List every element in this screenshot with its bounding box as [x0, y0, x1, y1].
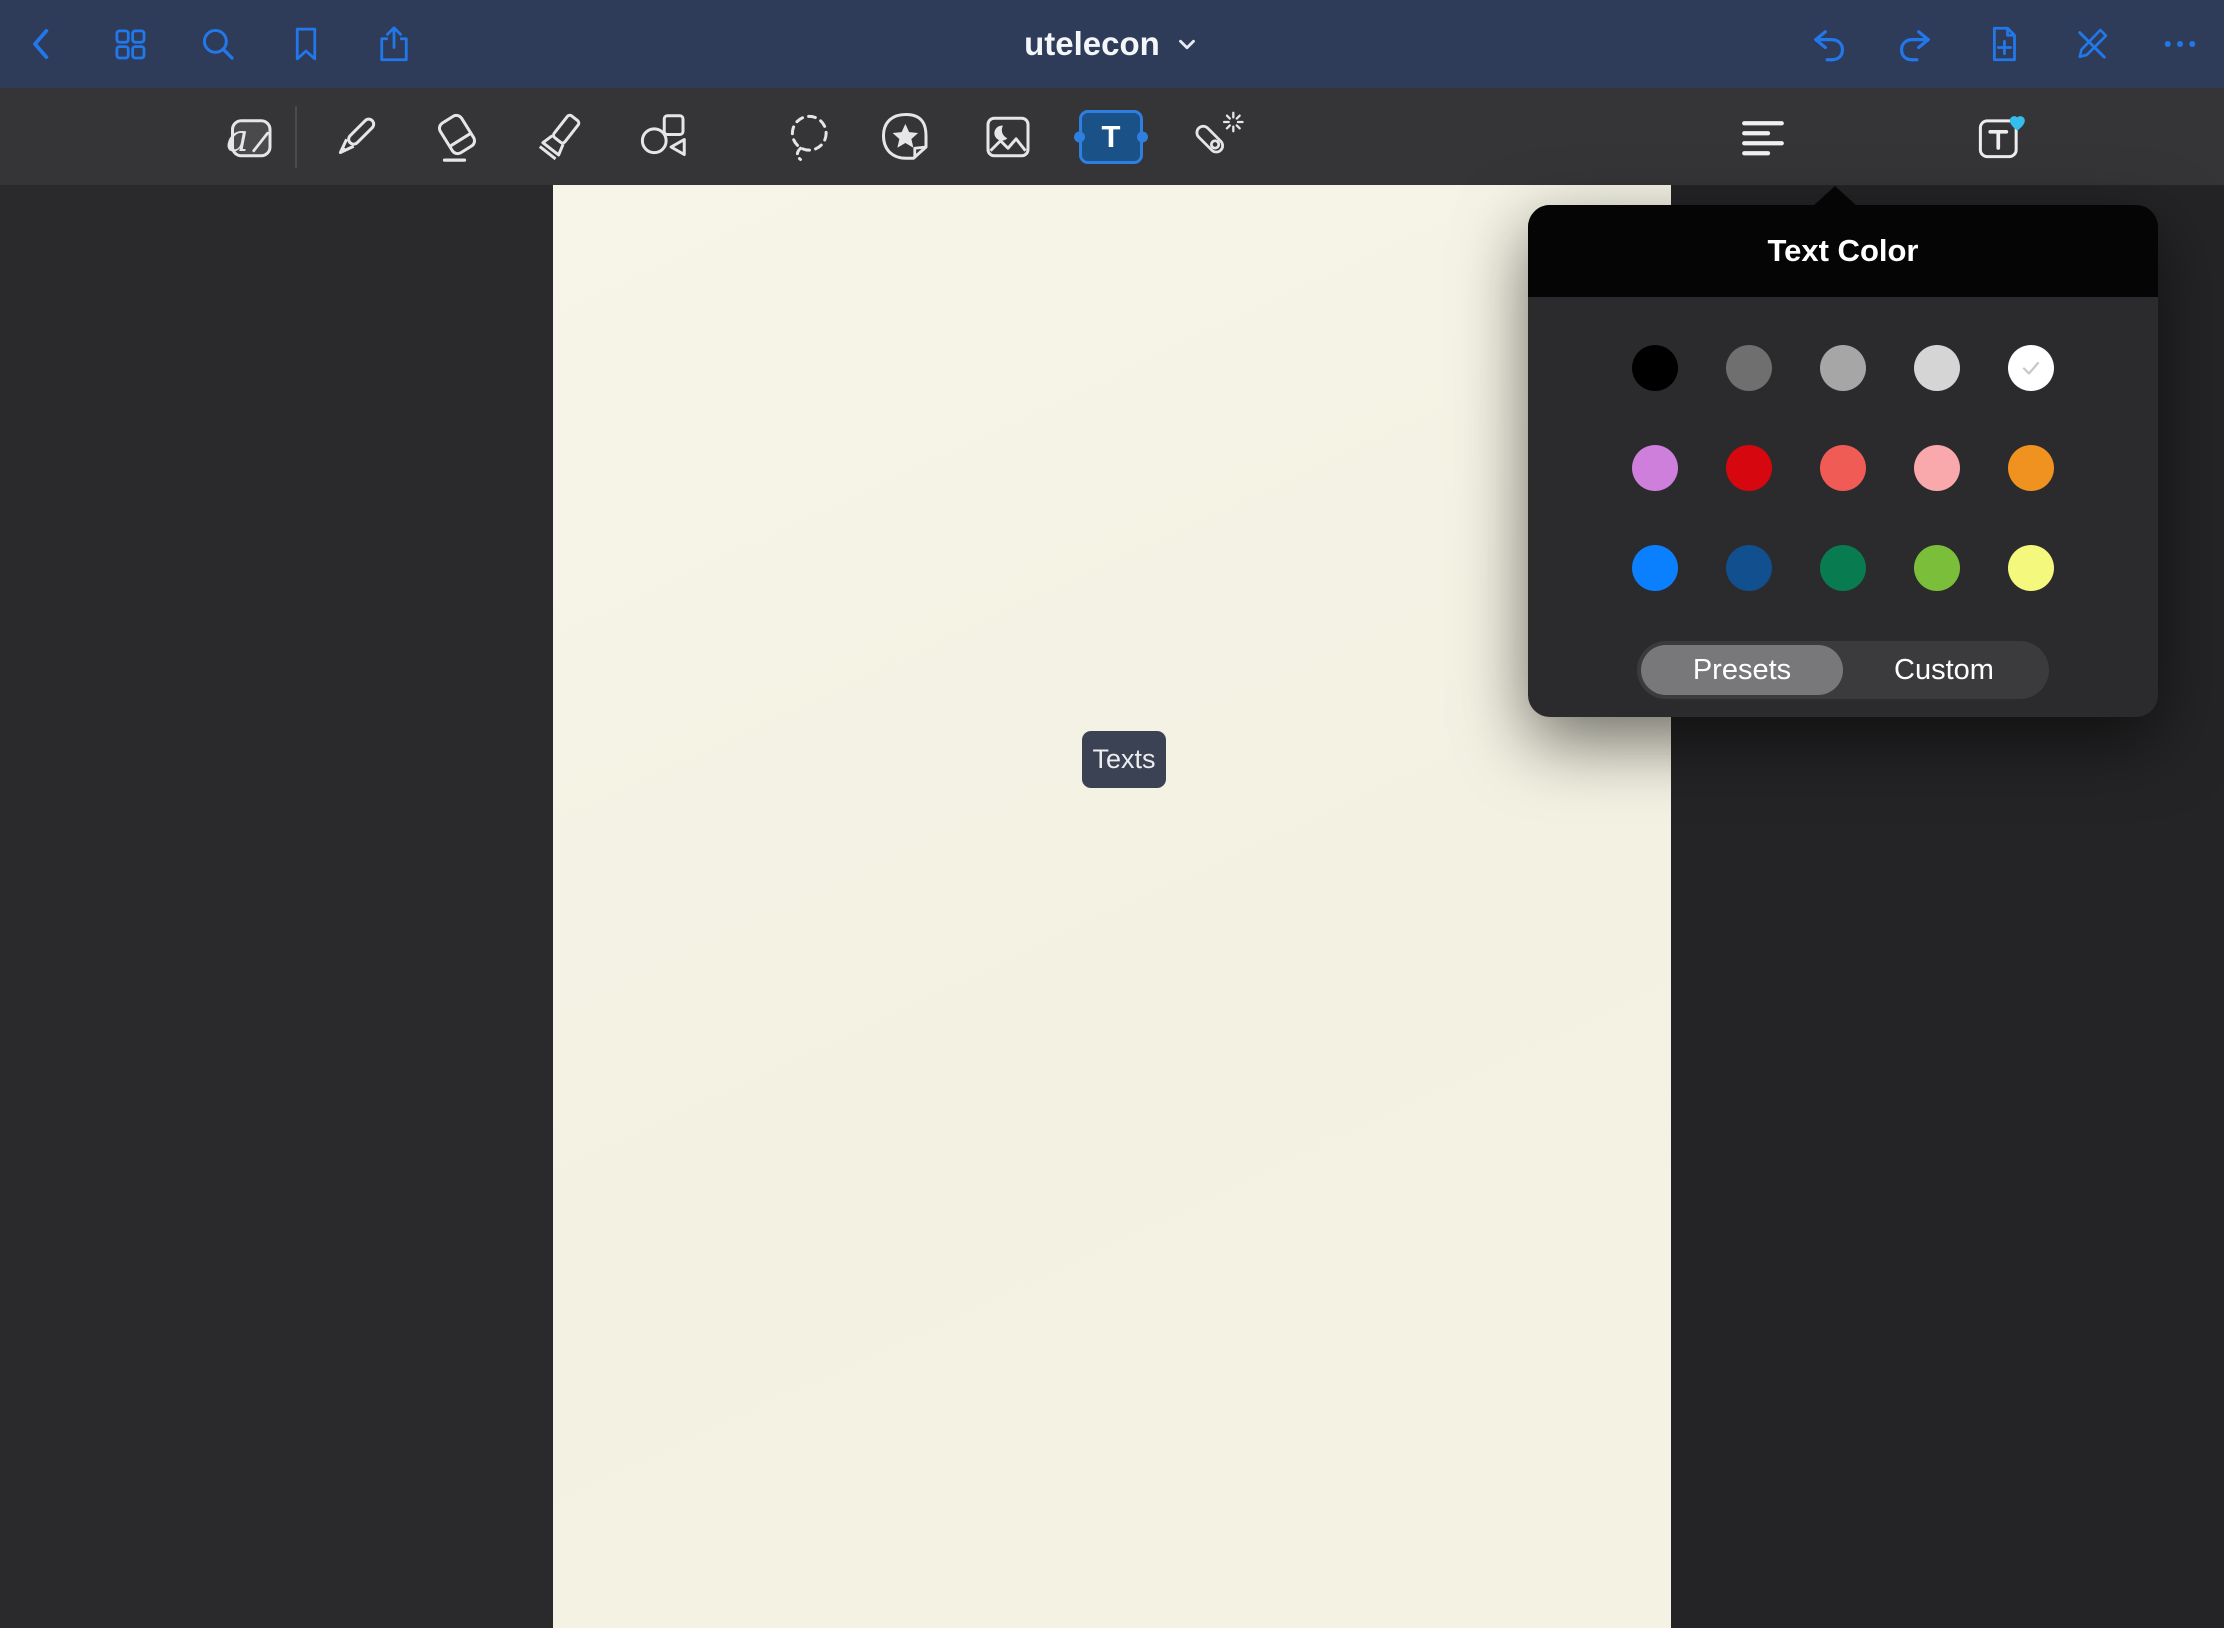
- tab-presets[interactable]: Presets: [1641, 645, 1843, 695]
- share-button[interactable]: [372, 22, 416, 66]
- title-chevron-down-icon: [1174, 31, 1200, 57]
- redo-icon: [1895, 23, 1937, 65]
- navbar-right-group: [1806, 22, 2224, 66]
- pen-slash-icon: [2071, 23, 2113, 65]
- laser-pointer-icon: [1186, 107, 1246, 167]
- text-object[interactable]: Texts: [1082, 731, 1166, 788]
- color-swatch[interactable]: [1914, 345, 1960, 391]
- toolbar-divider: [295, 106, 297, 168]
- highlighter-tool-button[interactable]: [529, 106, 591, 168]
- color-swatch[interactable]: [1820, 445, 1866, 491]
- image-icon: [978, 107, 1038, 167]
- check-icon: [2018, 355, 2044, 381]
- read-mode-button[interactable]: a: [219, 106, 281, 168]
- color-swatch[interactable]: [1914, 445, 1960, 491]
- image-tool-button[interactable]: [977, 106, 1039, 168]
- swatch-row: [1632, 545, 2054, 591]
- favorite-text-style-icon: [1970, 107, 2030, 167]
- share-icon: [373, 23, 415, 65]
- add-page-icon: [1983, 23, 2025, 65]
- stop-editing-button[interactable]: [2070, 22, 2114, 66]
- popover-arrow: [1813, 186, 1857, 206]
- undo-button[interactable]: [1806, 22, 1850, 66]
- redo-button[interactable]: [1894, 22, 1938, 66]
- search-icon: [197, 23, 239, 65]
- navbar-left-group: [0, 22, 416, 66]
- text-tool-button[interactable]: T: [1079, 110, 1143, 164]
- add-page-button[interactable]: [1982, 22, 2026, 66]
- bookmark-button[interactable]: [284, 22, 328, 66]
- sticker-star-icon: [876, 107, 936, 167]
- text-color-popover: Text Color Presets Custom: [1528, 205, 2158, 717]
- popover-title: Text Color: [1528, 205, 2158, 297]
- eraser-tool-button[interactable]: [426, 106, 488, 168]
- swatch-row: [1632, 445, 2054, 491]
- note-page[interactable]: [553, 185, 1671, 1628]
- highlighter-icon: [530, 107, 590, 167]
- tab-custom[interactable]: Custom: [1843, 645, 2045, 695]
- shapes-tool-button[interactable]: [632, 106, 694, 168]
- color-swatch[interactable]: [1820, 345, 1866, 391]
- lasso-tool-button[interactable]: [777, 106, 839, 168]
- color-swatch[interactable]: [2008, 345, 2054, 391]
- pen-icon: [325, 107, 385, 167]
- swatch-grid: [1528, 297, 2158, 591]
- thumbnails-button[interactable]: [108, 22, 152, 66]
- heart-icon: [2010, 116, 2025, 130]
- search-button[interactable]: [196, 22, 240, 66]
- app-window: utelecon: [0, 0, 2224, 1628]
- lasso-icon: [778, 107, 838, 167]
- document-title: utelecon: [1024, 25, 1160, 63]
- canvas-margin-left: [0, 185, 553, 1628]
- color-swatch[interactable]: [1632, 545, 1678, 591]
- color-swatch[interactable]: [1914, 545, 1960, 591]
- more-ellipsis-icon: [2159, 23, 2201, 65]
- favorite-text-style-button[interactable]: [1969, 106, 2031, 168]
- laser-tool-button[interactable]: [1185, 106, 1247, 168]
- presets-custom-segmented-control: Presets Custom: [1637, 641, 2049, 699]
- undo-icon: [1807, 23, 1849, 65]
- toolbar: a: [0, 88, 2224, 185]
- color-swatch[interactable]: [1632, 345, 1678, 391]
- eraser-icon: [427, 107, 487, 167]
- color-swatch[interactable]: [1632, 445, 1678, 491]
- read-mode-icon: a: [220, 107, 280, 167]
- text-alignment-icon: [1733, 107, 1793, 167]
- selection-handle-right: [1137, 131, 1148, 142]
- color-swatch[interactable]: [2008, 545, 2054, 591]
- color-swatch[interactable]: [1726, 445, 1772, 491]
- text-alignment-button[interactable]: [1732, 106, 1794, 168]
- svg-text:a: a: [226, 115, 248, 159]
- sticker-tool-button[interactable]: [875, 106, 937, 168]
- shapes-icon: [633, 107, 693, 167]
- color-swatch[interactable]: [1726, 545, 1772, 591]
- color-swatch[interactable]: [2008, 445, 2054, 491]
- more-button[interactable]: [2158, 22, 2202, 66]
- back-chevron-icon: [21, 23, 63, 65]
- text-tool-glyph: T: [1102, 119, 1121, 155]
- color-swatch[interactable]: [1820, 545, 1866, 591]
- navbar: utelecon: [0, 0, 2224, 88]
- bookmark-icon: [285, 23, 327, 65]
- text-object-label: Texts: [1092, 744, 1155, 775]
- color-swatch[interactable]: [1726, 345, 1772, 391]
- pen-tool-button[interactable]: [324, 106, 386, 168]
- selection-handle-left: [1074, 131, 1085, 142]
- back-button[interactable]: [20, 22, 64, 66]
- thumbnails-grid-icon: [109, 23, 151, 65]
- swatch-row: [1632, 345, 2054, 391]
